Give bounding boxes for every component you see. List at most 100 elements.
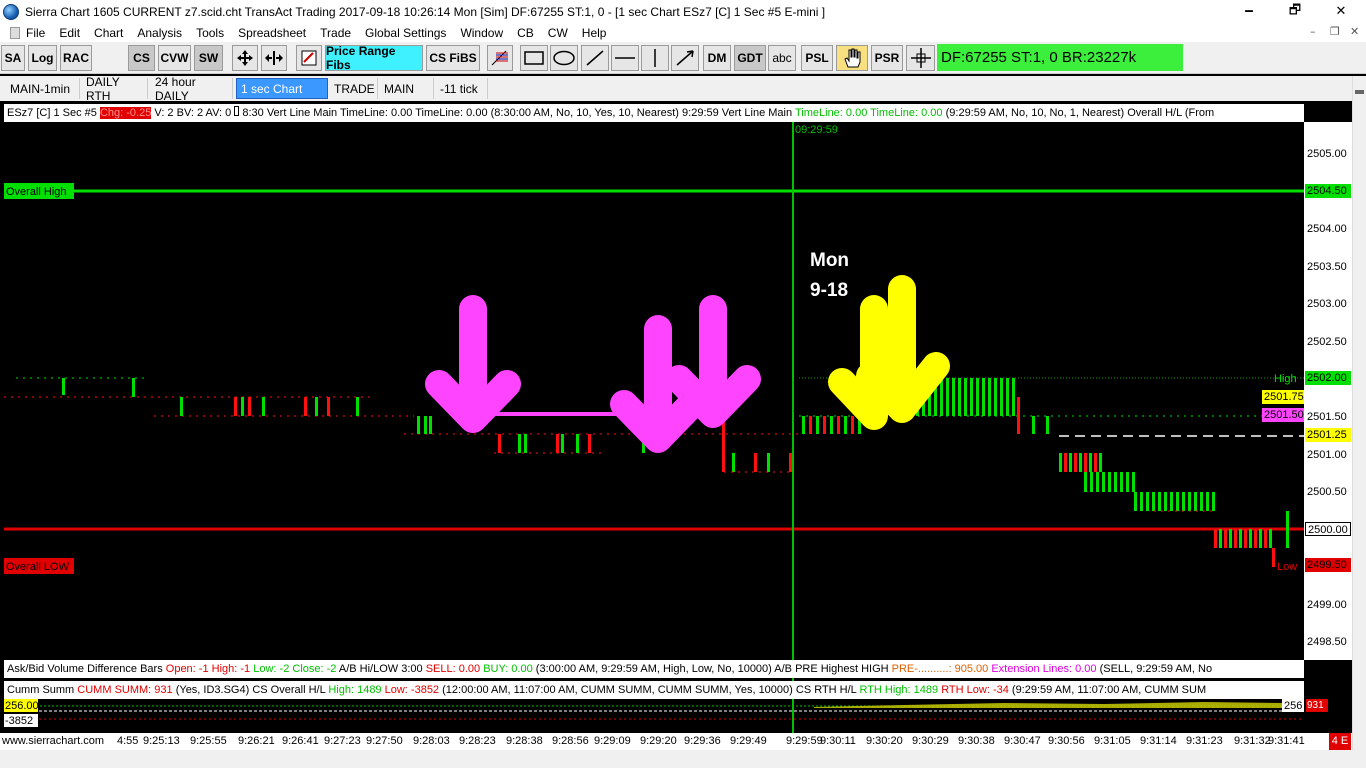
tab-trade[interactable]: TRADE	[330, 78, 378, 99]
price-chart[interactable]: Overall High Overall LOW High Low 09:29:…	[4, 104, 1304, 734]
subgraph1-title: Ask/Bid Volume Difference Bars	[7, 663, 163, 675]
psl-button[interactable]: PSL	[801, 45, 833, 71]
cumm-summ-bottom-value: -3852	[5, 715, 33, 727]
tab-1sec-chart[interactable]: 1 sec Chart	[236, 78, 328, 99]
price-scale[interactable]: 2505.00 2504.00 2503.50 2503.00 2502.50 …	[1304, 122, 1352, 660]
psr-button[interactable]: PSR	[871, 45, 903, 71]
annotation-date: 9-18	[810, 280, 848, 301]
sa-button[interactable]: SA	[1, 45, 25, 71]
tab-24-hour-daily[interactable]: 24 hour DAILY	[151, 75, 233, 103]
time-axis-label: 9:29:49	[730, 735, 767, 747]
tab-main[interactable]: MAIN	[380, 78, 434, 99]
price-bar	[976, 378, 979, 416]
cs-fibs-button[interactable]: CS FiBS	[426, 45, 480, 71]
text-tool-button[interactable]: abc	[768, 45, 796, 71]
price-bar	[429, 416, 432, 434]
price-bar	[132, 378, 135, 397]
cvw-button[interactable]: CVW	[158, 45, 191, 71]
vline-time-label: 09:29:59	[795, 124, 838, 136]
price-bar	[1244, 529, 1247, 548]
crosshair-icon[interactable]	[906, 45, 935, 71]
time-axis[interactable]: www.sierrachart.com 4:55 9:25:13 9:25:55 9:…	[0, 733, 1366, 750]
time-axis-label: 9:30:56	[1048, 735, 1085, 747]
rectangle-tool-icon[interactable]	[520, 45, 548, 71]
time-axis-label: 9:29:20	[640, 735, 677, 747]
move-tool-icon[interactable]	[232, 45, 258, 71]
menu-cb[interactable]: CB	[517, 26, 534, 40]
title-bar: Sierra Chart 1605 CURRENT z7.scid.cht Tr…	[0, 0, 1366, 23]
price-bar	[1059, 453, 1062, 472]
fib-lines-icon[interactable]	[487, 45, 513, 71]
ray-tool-icon[interactable]	[671, 45, 699, 71]
price-range-fibs-button[interactable]: Price Range Fibs	[325, 44, 423, 72]
price-bar	[1249, 529, 1252, 548]
tab-daily-rth[interactable]: DAILY RTH	[82, 75, 148, 103]
vertical-scrollbar[interactable]	[1352, 76, 1366, 750]
price-bar	[837, 416, 840, 434]
menu-global-settings[interactable]: Global Settings	[365, 26, 446, 40]
price-bar	[1000, 378, 1003, 416]
magenta-arrow-icons	[425, 295, 761, 453]
mdi-close-button[interactable]: ✕	[1350, 25, 1359, 38]
price-bar	[1006, 378, 1009, 416]
time-axis-label: 9:30:38	[958, 735, 995, 747]
menu-tools[interactable]: Tools	[196, 26, 224, 40]
chart-area[interactable]: Overall High Overall LOW High Low 09:29:…	[4, 104, 1304, 734]
tab-main-1min[interactable]: MAIN-1min	[6, 78, 80, 99]
line-tool-icon[interactable]	[581, 45, 609, 71]
overall-low-price: 2499.50	[1305, 558, 1351, 572]
mdi-minimize-button[interactable]: –	[1310, 25, 1316, 38]
dm-button[interactable]: DM	[703, 45, 731, 71]
menu-spreadsheet[interactable]: Spreadsheet	[238, 26, 306, 40]
price-bar	[1012, 378, 1015, 416]
sw-button[interactable]: SW	[194, 45, 223, 71]
horizontal-line-icon[interactable]	[611, 45, 639, 71]
yellow-arrow-icons	[828, 275, 950, 430]
minimize-button[interactable]: 🗕	[1226, 0, 1272, 23]
price-bar	[1200, 492, 1203, 511]
time-axis-label: 4:55	[117, 735, 139, 747]
menu-file[interactable]: File	[26, 26, 45, 40]
menu-help[interactable]: Help	[582, 26, 607, 40]
price-2501-75-box: 2501.75	[1262, 390, 1304, 404]
menu-trade[interactable]: Trade	[320, 26, 351, 40]
log-button[interactable]: Log	[28, 45, 57, 71]
cs-button[interactable]: CS	[128, 45, 155, 71]
window-title: Sierra Chart 1605 CURRENT z7.scid.cht Tr…	[25, 4, 826, 19]
price-bar	[722, 416, 725, 472]
ellipse-tool-icon[interactable]	[550, 45, 578, 71]
price-bar	[988, 378, 991, 416]
resize-horizontal-icon[interactable]	[261, 45, 287, 71]
price-bar	[1074, 453, 1077, 472]
rac-button[interactable]: RAC	[60, 45, 92, 71]
gdt-button[interactable]: GDT	[734, 45, 766, 71]
close-button[interactable]: ✕	[1318, 0, 1364, 23]
chart-info-bar: ESz7 [C] 1 Sec #5 Chg: -0.25 V: 2 BV: 2 …	[4, 104, 1304, 122]
maximize-button[interactable]: 🗗	[1272, 0, 1318, 23]
menu-cw[interactable]: CW	[548, 26, 568, 40]
cumm-summ-current-badge: 931	[1306, 699, 1328, 712]
menu-window[interactable]: Window	[460, 26, 503, 40]
chart-pencil-icon[interactable]	[296, 45, 322, 71]
overall-high-price: 2504.50	[1305, 184, 1351, 198]
menu-chart[interactable]: Chart	[94, 26, 123, 40]
mdi-restore-button[interactable]: ❐	[1330, 25, 1340, 38]
cumm-summ-plot[interactable]: 256.00 -3852 256	[4, 699, 1304, 727]
website-label: www.sierrachart.com	[2, 735, 105, 747]
document-icon[interactable]	[10, 26, 20, 39]
menu-analysis[interactable]: Analysis	[137, 26, 182, 40]
price-bar	[1079, 453, 1082, 472]
price-bar	[1126, 472, 1129, 492]
subgraph2-tail: (9:29:59 AM, 11:07:00 AM, CUMM SUM	[1011, 684, 1207, 696]
horizontal-scrollbar[interactable]	[0, 750, 1366, 768]
price-bar	[994, 378, 997, 416]
price-bar	[1094, 453, 1097, 472]
price-bar	[1084, 453, 1087, 472]
hand-pointer-icon[interactable]	[836, 45, 868, 71]
menu-edit[interactable]: Edit	[59, 26, 80, 40]
price-bar	[327, 397, 330, 416]
vertical-line-icon[interactable]	[641, 45, 669, 71]
price-bar	[1114, 472, 1117, 492]
tab-11-tick[interactable]: -11 tick	[436, 78, 488, 99]
price-bar	[262, 397, 265, 416]
